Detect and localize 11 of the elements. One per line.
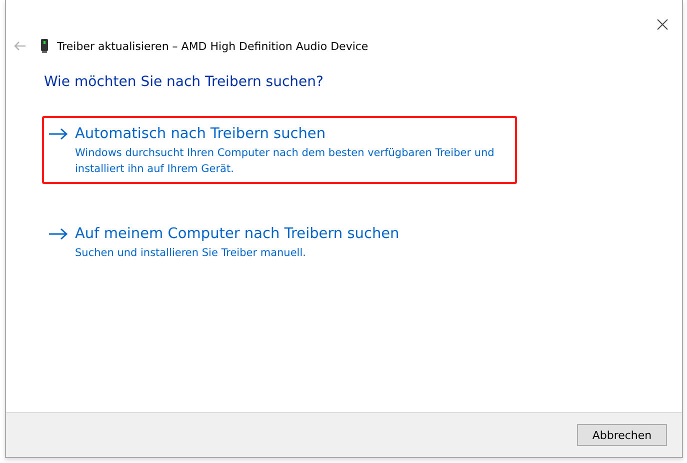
close-icon[interactable] (657, 19, 668, 30)
arrow-icon (48, 228, 68, 240)
cancel-button[interactable]: Abbrechen (577, 424, 667, 446)
option-description: Windows durchsucht Ihren Computer nach dem besten verfügbaren Treiber und installiert ihn auf Ihrem Gerät. (75, 146, 496, 177)
dialog-heading: Wie möchten Sie nach Treibern suchen? (44, 74, 324, 90)
option-link[interactable]: Automatisch nach Treibern suchen (75, 126, 326, 142)
window-title: Treiber aktualisieren – AMD High Definition Audio Device (57, 40, 368, 52)
option-description: Suchen und installieren Sie Treiber manuell. (75, 246, 307, 261)
option-link[interactable]: Auf meinem Computer nach Treibern suchen (75, 226, 400, 242)
device-icon (41, 39, 48, 53)
arrow-icon (48, 128, 68, 140)
